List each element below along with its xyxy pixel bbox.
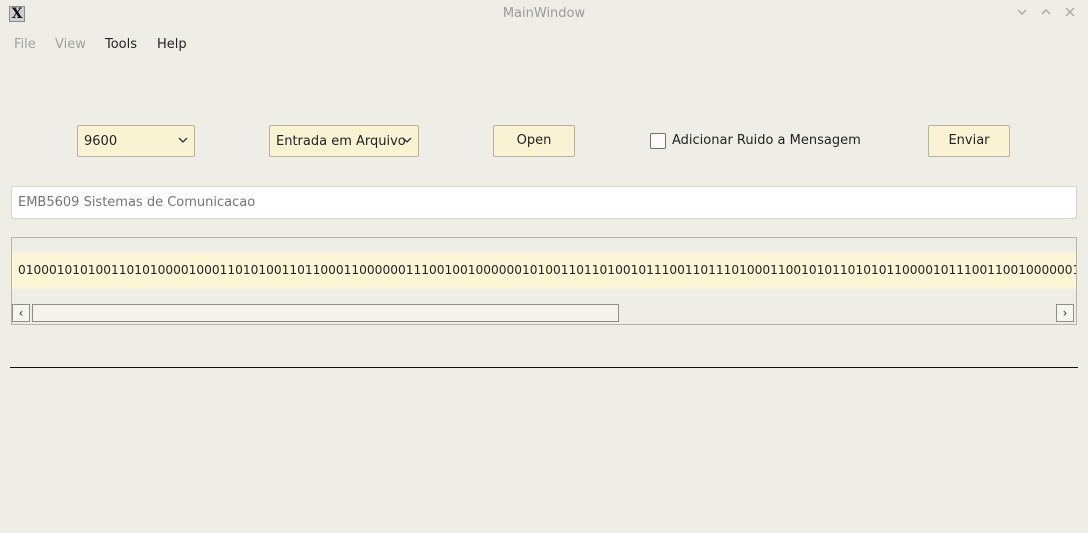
menu-file[interactable]: File [14,37,36,52]
open-button[interactable]: Open [493,125,575,157]
bitstream-scroll-area[interactable]: 0100010101001101010000100011010100110110… [11,237,1077,325]
baud-rate-value: 9600 [84,134,118,149]
message-input[interactable] [12,187,1076,218]
baud-rate-combo[interactable]: 9600 [77,125,195,157]
bitstream-display: 0100010101001101010000100011010100110110… [12,253,1077,289]
maximize-icon[interactable] [1036,4,1056,24]
noise-checkbox-label[interactable]: Adicionar Ruido a Mensagem [672,133,861,148]
message-field-container [11,186,1077,219]
menu-bar: File View Tools Help [0,28,1088,60]
horizontal-scrollbar[interactable]: ‹ › [12,304,1076,324]
minimize-icon[interactable] [1012,4,1032,24]
title-bar: X MainWindow [0,0,1088,28]
chevron-down-icon [402,134,412,144]
scroll-left-icon[interactable]: ‹ [12,304,30,322]
scrollbar-handle[interactable] [32,304,619,322]
input-mode-value: Entrada em Arquivo [276,134,406,149]
menu-view[interactable]: View [55,37,86,52]
menu-help[interactable]: Help [157,37,187,52]
horizontal-divider [10,367,1078,368]
send-button[interactable]: Enviar [928,125,1010,157]
bitstream-text: 0100010101001101010000100011010100110110… [18,263,1077,277]
window-title: MainWindow [502,6,586,21]
scroll-right-icon[interactable]: › [1056,304,1074,322]
noise-checkbox[interactable] [650,133,666,149]
menu-tools[interactable]: Tools [105,37,137,52]
input-mode-combo[interactable]: Entrada em Arquivo [269,125,419,157]
close-icon[interactable] [1060,4,1080,24]
chevron-down-icon [178,134,188,144]
